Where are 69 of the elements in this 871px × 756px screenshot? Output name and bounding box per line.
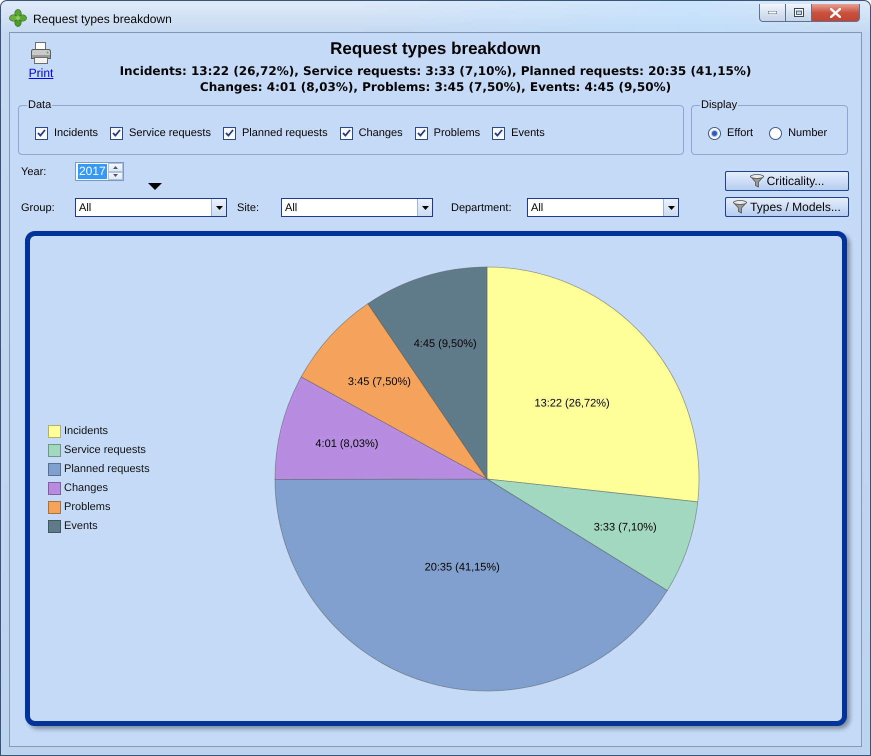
radio-label[interactable]: Number: [788, 126, 828, 140]
maximize-icon: [794, 8, 804, 17]
legend-label: Events: [64, 520, 98, 532]
checkbox-label[interactable]: Events: [511, 126, 545, 140]
legend-label: Problems: [64, 501, 110, 513]
radio-button[interactable]: [769, 126, 782, 140]
caret-icon[interactable]: [211, 199, 226, 216]
slice-label: 3:33 (7,10%): [594, 521, 657, 533]
close-button[interactable]: [812, 4, 860, 22]
minimize-icon: [768, 11, 777, 14]
check-icon: [112, 129, 122, 137]
check-icon: [494, 129, 504, 137]
legend-label: Planned requests: [64, 463, 150, 475]
slice-label: 4:01 (8,03%): [315, 438, 378, 450]
dropdown[interactable]: All: [527, 198, 679, 217]
checkbox[interactable]: [222, 126, 236, 140]
field-label: Group:: [21, 202, 56, 214]
legend-label: Changes: [64, 482, 108, 494]
check-icon: [342, 129, 351, 137]
checkbox-label[interactable]: Problems: [434, 126, 480, 140]
checkbox-label[interactable]: Incidents: [54, 126, 98, 140]
close-icon: [830, 8, 841, 18]
radio-dot-icon: [712, 130, 717, 136]
summary-text: Changes: 4:01 (8,03%), Problems: 3:45 (7,50%), Events: 4:45 (9,50%): [200, 79, 672, 95]
checkbox-label[interactable]: Changes: [358, 126, 403, 140]
minimize-button[interactable]: [759, 4, 786, 22]
radio-button[interactable]: [708, 126, 721, 140]
legend-label: Service requests: [64, 444, 146, 456]
printer-icon[interactable]: [30, 42, 52, 64]
checkbox-label[interactable]: Service requests: [129, 126, 211, 140]
funnel-icon: [733, 200, 748, 214]
summary-text: Incidents: 13:22 (26,72%), Service requests: 3:33 (7,10%), Planned requests: 20:35 (41,15%): [120, 63, 752, 79]
caret-icon[interactable]: [663, 199, 678, 216]
check-icon: [224, 129, 234, 137]
group-title: Display: [700, 99, 738, 112]
window-title: Request types breakdown: [33, 11, 172, 27]
dropdown[interactable]: All: [75, 198, 227, 217]
filter-button[interactable]: Criticality...: [725, 171, 849, 191]
field-value: 2017: [78, 164, 107, 179]
slice-label: 3:45 (7,50%): [348, 376, 411, 388]
checkbox[interactable]: [110, 126, 124, 140]
slice-label: 13:22 (26,72%): [534, 397, 610, 410]
clover-icon: [9, 9, 27, 27]
checkbox[interactable]: [492, 126, 506, 140]
dropdown[interactable]: All: [281, 198, 433, 217]
checkbox[interactable]: [340, 126, 353, 140]
up-arrow-icon: [113, 166, 118, 169]
checkbox[interactable]: [35, 126, 48, 140]
maximize-button[interactable]: [786, 4, 812, 22]
print-link[interactable]: Print: [28, 66, 54, 80]
field-label: Site:: [237, 202, 260, 214]
legend-label: Incidents: [64, 425, 108, 437]
radio-label[interactable]: Effort: [727, 126, 754, 140]
group-title: Data: [27, 99, 52, 112]
caret-icon[interactable]: [417, 199, 432, 216]
down-arrow-icon: [113, 174, 118, 178]
filter-button[interactable]: Types / Models...: [725, 197, 849, 217]
check-icon: [416, 129, 426, 137]
checkbox-label[interactable]: Planned requests: [242, 126, 328, 140]
spin-up-button[interactable]: [108, 163, 123, 172]
funnel-icon: [750, 174, 764, 188]
slice-label: 20:35 (41,15%): [424, 560, 500, 573]
down-triangle-icon: [148, 183, 162, 190]
report-title: Request types breakdown: [330, 39, 541, 59]
field-label: Year:: [21, 166, 48, 178]
slice-label: 4:45 (9,50%): [414, 338, 477, 350]
checkbox[interactable]: [414, 126, 428, 140]
field-label: Department:: [451, 202, 513, 214]
check-icon: [37, 129, 46, 137]
